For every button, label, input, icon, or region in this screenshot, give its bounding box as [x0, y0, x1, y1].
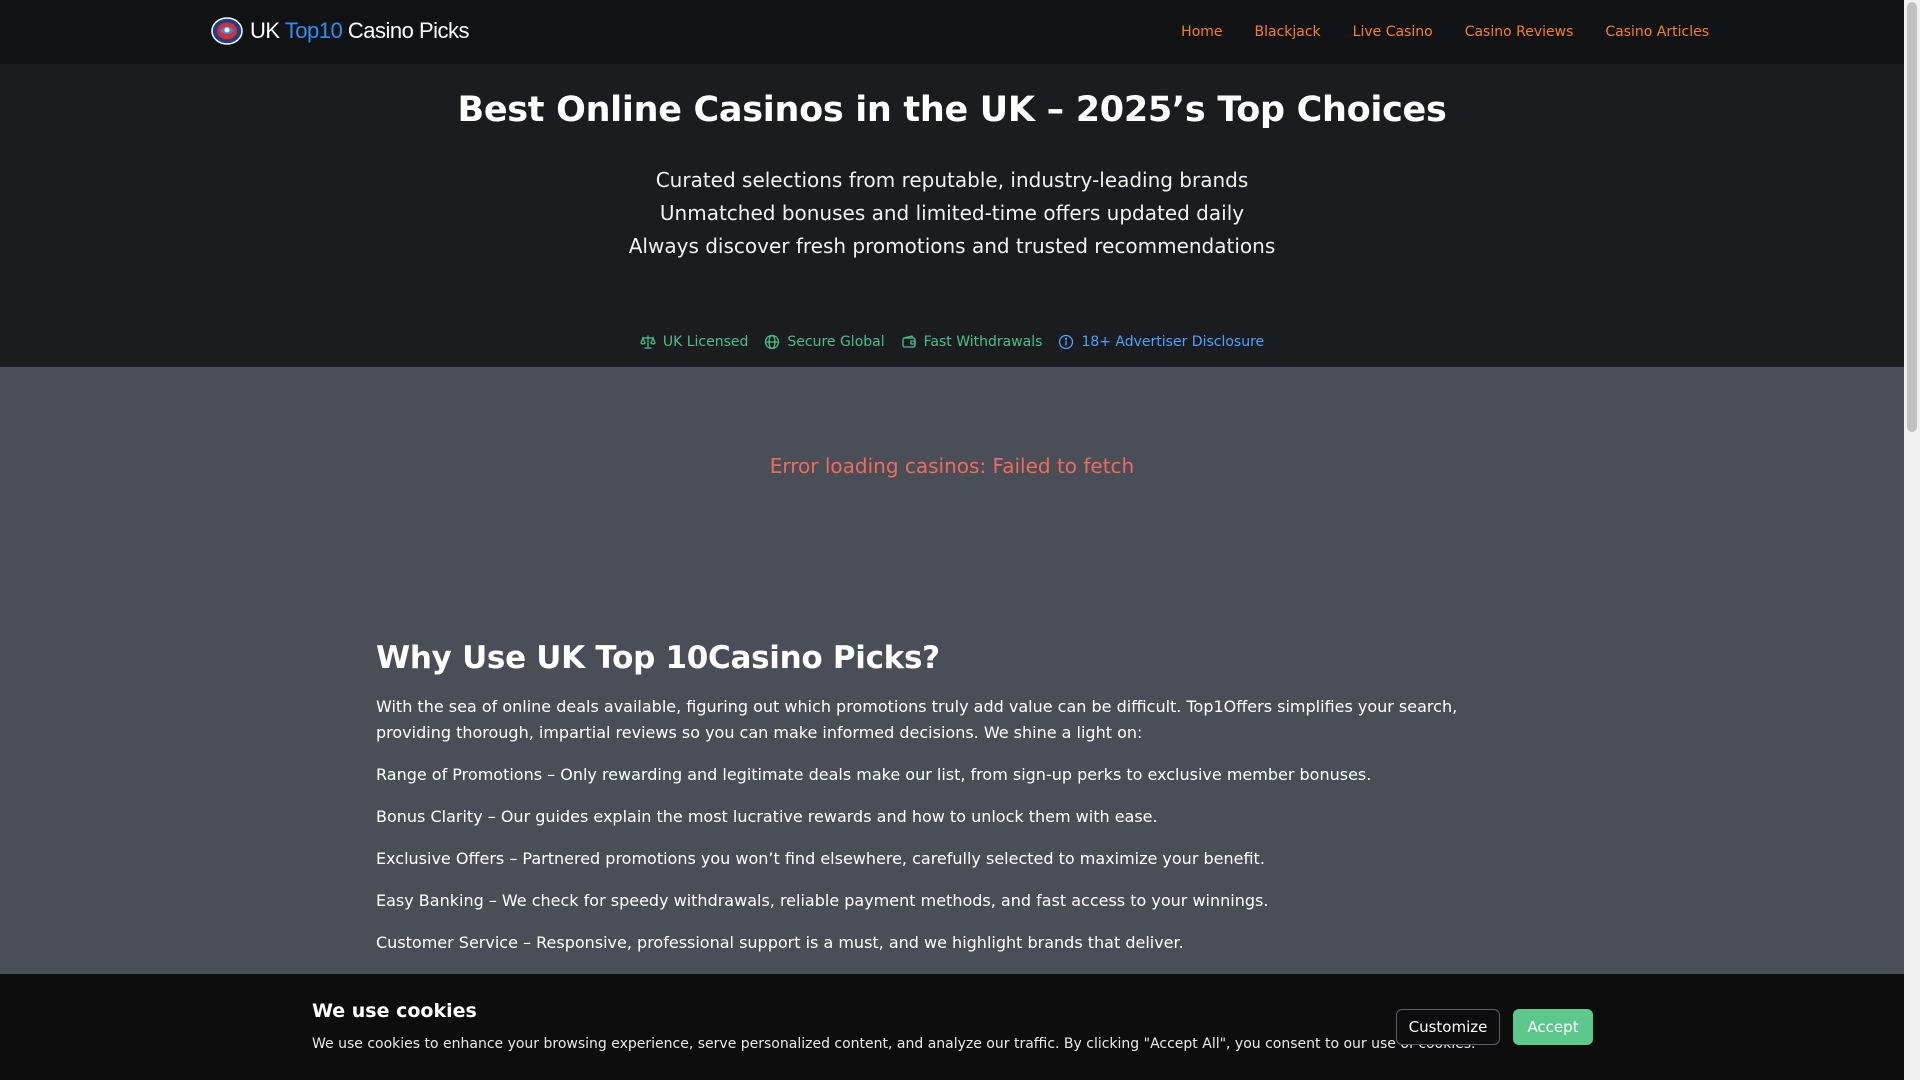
why-item: Easy Banking – We check for speedy withd…: [376, 891, 1269, 910]
logo-text-uk: UK: [250, 18, 280, 43]
why-item: Customer Service – Responsive, professio…: [376, 933, 1184, 952]
error-message: Error loading casinos: Failed to fetch: [769, 454, 1135, 478]
nav-link-live-casino[interactable]: Live Casino: [1353, 24, 1433, 40]
info-icon: [1059, 334, 1074, 350]
badge-label: UK Licensed: [662, 334, 749, 350]
hero-taglines: Curated selections from reputable, indus…: [0, 164, 1904, 263]
logo-text: UK Top10 Casino Picks: [250, 18, 470, 44]
cookie-message: We use cookies to enhance your browsing …: [312, 1036, 1476, 1052]
trust-badges: UK Licensed Secure Global Fast Withdrawa…: [0, 334, 1904, 350]
advertiser-disclosure-link[interactable]: 18+ Advertiser Disclosure: [1058, 334, 1264, 350]
accept-button[interactable]: Accept: [1513, 1009, 1593, 1045]
nav-link-casino-articles[interactable]: Casino Articles: [1605, 24, 1709, 40]
hero-tagline: Unmatched bonuses and limited-time offer…: [659, 201, 1245, 225]
why-section: Why Use UK Top 10Casino Picks? With the …: [376, 640, 1526, 956]
badge-label: Secure Global: [787, 334, 885, 350]
nav-link-casino-reviews[interactable]: Casino Reviews: [1465, 24, 1574, 40]
why-item: Bonus Clarity – Our guides explain the m…: [376, 807, 1158, 826]
logo-text-rest: Casino Picks: [347, 18, 470, 43]
main-nav: Home Blackjack Live Casino Casino Review…: [1149, 0, 1709, 64]
site-logo[interactable]: UK Top10 Casino Picks: [210, 16, 470, 46]
nav-link-blackjack[interactable]: Blackjack: [1255, 24, 1321, 40]
badge-fast-withdrawals: Fast Withdrawals: [901, 334, 1043, 350]
why-item: Exclusive Offers – Partnered promotions …: [376, 849, 1265, 868]
hero-title: Best Online Casinos in the UK – 2025’s T…: [457, 90, 1447, 130]
cookie-title: We use cookies: [312, 1000, 477, 1022]
logo-icon: [211, 17, 243, 45]
page-scrollbar[interactable]: [1904, 0, 1920, 1080]
hero-tagline: Always discover fresh promotions and tru…: [628, 234, 1276, 258]
badge-secure-global: Secure Global: [764, 334, 885, 350]
logo-text-top10: Top10: [284, 18, 343, 43]
badge-label: 18+ Advertiser Disclosure: [1081, 334, 1265, 350]
badge-uk-licensed: UK Licensed: [640, 334, 749, 350]
site-header: UK Top10 Casino Picks Home Blackjack Liv…: [0, 0, 1904, 64]
page: UK Top10 Casino Picks Home Blackjack Liv…: [0, 0, 1904, 1080]
scrollbar-thumb[interactable]: [1907, 2, 1917, 432]
why-item: Range of Promotions – Only rewarding and…: [376, 765, 1372, 784]
scale-icon: [640, 335, 656, 349]
wallet-icon: [901, 335, 916, 348]
why-intro: With the sea of online deals available, …: [376, 697, 1458, 742]
customize-button[interactable]: Customize: [1396, 1009, 1500, 1045]
hero-section: Best Online Casinos in the UK – 2025’s T…: [0, 64, 1904, 367]
cookie-banner: We use cookies We use cookies to enhance…: [0, 974, 1904, 1080]
globe-icon: [765, 334, 780, 350]
badge-label: Fast Withdrawals: [923, 334, 1043, 350]
hero-tagline: Curated selections from reputable, indus…: [655, 168, 1249, 192]
why-heading: Why Use UK Top 10Casino Picks?: [376, 640, 940, 676]
nav-link-home[interactable]: Home: [1181, 24, 1222, 40]
